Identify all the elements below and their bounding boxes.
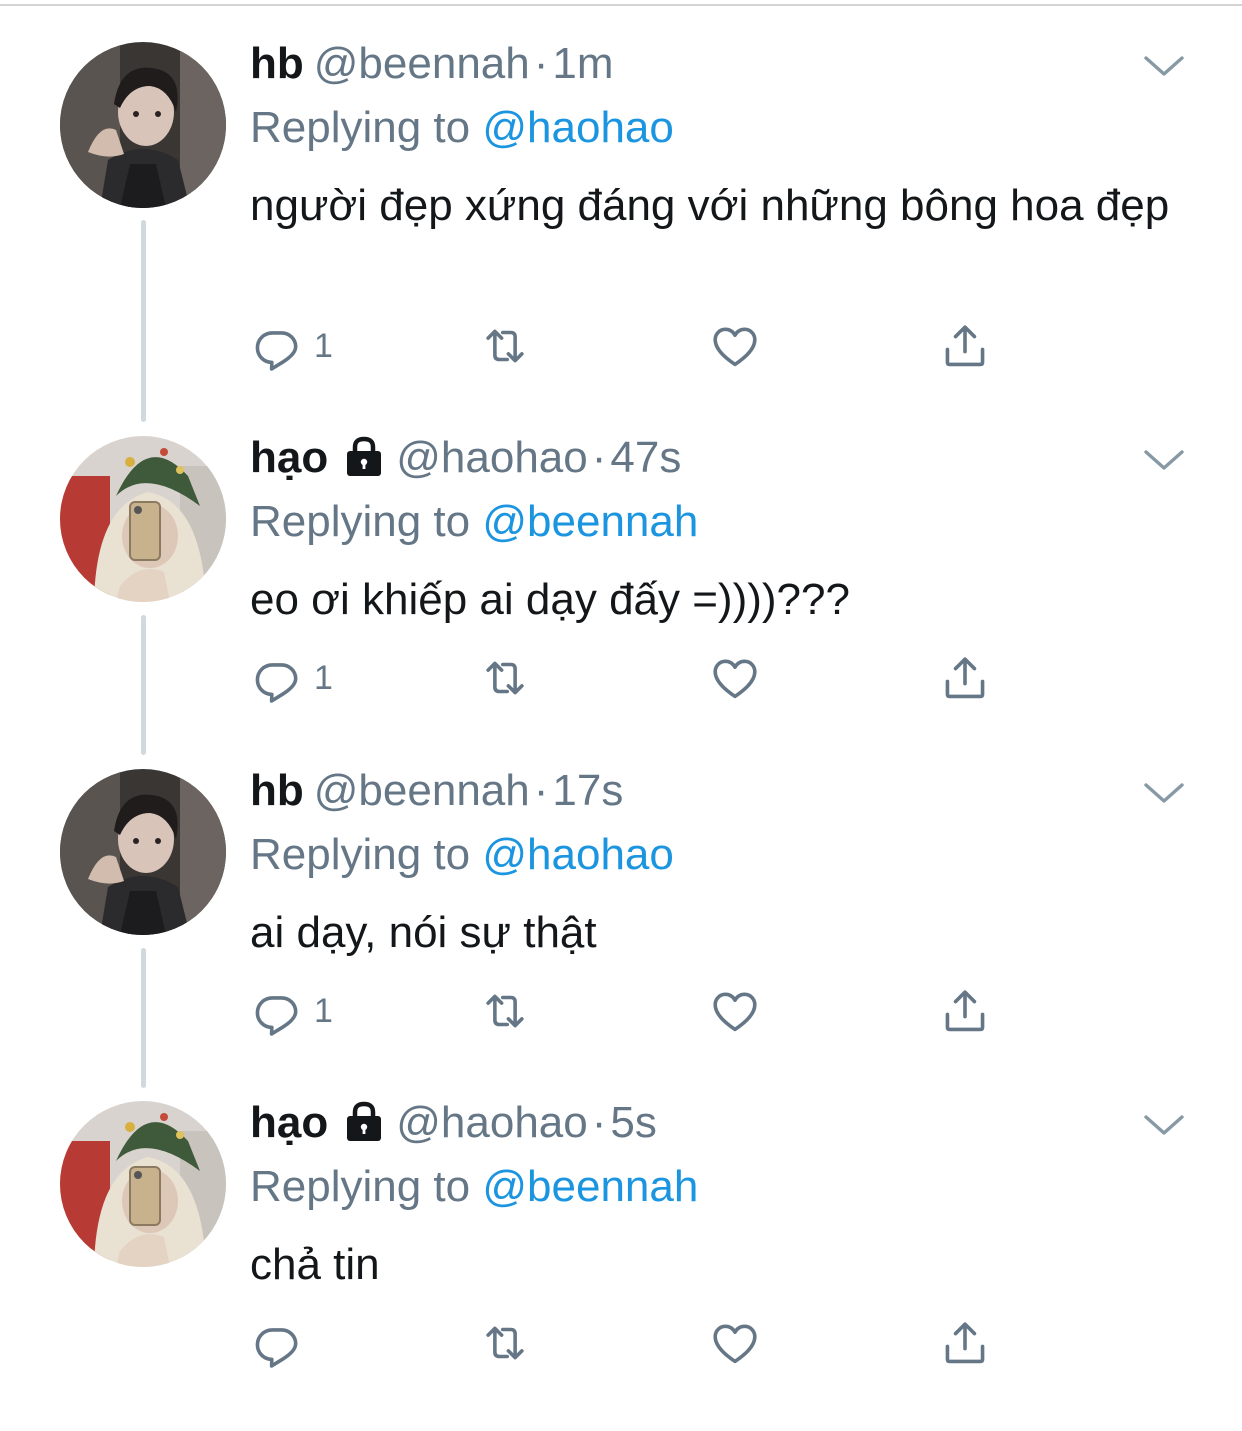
- chevron-down-icon[interactable]: [1143, 1111, 1185, 1139]
- reply-icon: [250, 984, 304, 1038]
- tweet[interactable]: hạo @haohao·5s Replying to @beennah chả t…: [0, 1098, 1242, 1431]
- chevron-down-icon[interactable]: [1143, 446, 1185, 474]
- timestamp[interactable]: 5s: [610, 1098, 656, 1147]
- share-button[interactable]: [938, 1315, 992, 1371]
- reply-count: 1: [314, 659, 333, 697]
- top-divider: [0, 4, 1242, 6]
- user-handle[interactable]: @beennah: [314, 39, 530, 88]
- action-bar: 1: [250, 983, 1010, 1039]
- avatar[interactable]: [60, 436, 226, 602]
- replying-to: Replying to @haohao: [250, 825, 674, 885]
- tweet-text: eo ơi khiếp ai dạy đấy =))))???: [250, 575, 850, 624]
- tweet-text: người đẹp xứng đáng với những bông hoa đ…: [250, 181, 1170, 230]
- avatar[interactable]: [60, 42, 226, 208]
- tweet-text: chả tin: [250, 1240, 380, 1289]
- replying-to-label: Replying to: [250, 497, 483, 546]
- reply-count: 1: [314, 327, 333, 365]
- mention-link[interactable]: @haohao: [482, 103, 674, 152]
- separator-dot: ·: [533, 766, 549, 815]
- user-handle[interactable]: @beennah: [314, 766, 530, 815]
- display-name[interactable]: hạo: [250, 433, 328, 482]
- avatar-image: [60, 1101, 226, 1267]
- lock-icon: [342, 434, 386, 478]
- retweet-icon: [478, 319, 532, 373]
- chevron-down-icon[interactable]: [1143, 52, 1185, 80]
- display-name[interactable]: hb: [250, 39, 304, 88]
- reply-button[interactable]: 1: [250, 650, 333, 706]
- retweet-icon: [478, 651, 532, 705]
- display-name[interactable]: hạo: [250, 1098, 328, 1147]
- lock-icon: [342, 1099, 386, 1143]
- reply-button[interactable]: [250, 1315, 314, 1371]
- replying-to-label: Replying to: [250, 830, 483, 879]
- tweet-header: hạo @haohao·5s: [250, 1093, 657, 1153]
- separator-dot: ·: [533, 39, 549, 88]
- share-button[interactable]: [938, 983, 992, 1039]
- user-handle[interactable]: @haohao: [396, 433, 588, 482]
- avatar-image: [60, 42, 226, 208]
- reply-button[interactable]: 1: [250, 318, 333, 374]
- retweet-icon: [478, 1316, 532, 1370]
- avatar-image: [60, 769, 226, 935]
- replying-to: Replying to @beennah: [250, 492, 698, 552]
- retweet-icon: [478, 984, 532, 1038]
- reply-icon: [250, 1316, 304, 1370]
- retweet-button[interactable]: [478, 650, 532, 706]
- reply-button[interactable]: 1: [250, 983, 333, 1039]
- retweet-button[interactable]: [478, 1315, 532, 1371]
- tweet[interactable]: hb @beennah·17s Replying to @haohao ai dạ…: [0, 766, 1242, 1099]
- tweet[interactable]: hb @beennah·1m Replying to @haohao người …: [0, 39, 1242, 374]
- heart-icon: [708, 984, 762, 1038]
- avatar[interactable]: [60, 769, 226, 935]
- tweet[interactable]: hạo @haohao·47s Replying to @beennah eo ơ…: [0, 433, 1242, 766]
- share-button[interactable]: [938, 650, 992, 706]
- chevron-down-icon[interactable]: [1143, 779, 1185, 807]
- share-button[interactable]: [938, 318, 992, 374]
- replying-to-label: Replying to: [250, 1162, 483, 1211]
- avatar[interactable]: [60, 1101, 226, 1267]
- like-button[interactable]: [708, 1315, 762, 1371]
- share-icon: [938, 651, 992, 705]
- timestamp[interactable]: 47s: [610, 433, 681, 482]
- like-button[interactable]: [708, 650, 762, 706]
- replying-to: Replying to @beennah: [250, 1157, 698, 1217]
- action-bar: 1: [250, 650, 1010, 706]
- action-bar: [250, 1315, 1010, 1371]
- share-icon: [938, 1316, 992, 1370]
- timestamp[interactable]: 1m: [552, 39, 613, 88]
- reply-icon: [250, 319, 304, 373]
- reply-count: 1: [314, 992, 333, 1030]
- separator-dot: ·: [591, 433, 607, 482]
- action-bar: 1: [250, 318, 1010, 374]
- mention-link[interactable]: @beennah: [482, 1162, 698, 1211]
- retweet-button[interactable]: [478, 318, 532, 374]
- tweet-header: hb @beennah·17s: [250, 761, 623, 821]
- replying-to-label: Replying to: [250, 103, 483, 152]
- like-button[interactable]: [708, 983, 762, 1039]
- timestamp[interactable]: 17s: [552, 766, 623, 815]
- separator-dot: ·: [591, 1098, 607, 1147]
- like-button[interactable]: [708, 318, 762, 374]
- display-name[interactable]: hb: [250, 766, 304, 815]
- reply-icon: [250, 651, 304, 705]
- heart-icon: [708, 1316, 762, 1370]
- heart-icon: [708, 319, 762, 373]
- retweet-button[interactable]: [478, 983, 532, 1039]
- tweet-header: hb @beennah·1m: [250, 34, 614, 94]
- replying-to: Replying to @haohao: [250, 98, 674, 158]
- user-handle[interactable]: @haohao: [396, 1098, 588, 1147]
- avatar-image: [60, 436, 226, 602]
- share-icon: [938, 984, 992, 1038]
- tweet-header: hạo @haohao·47s: [250, 428, 681, 488]
- tweet-text: ai dạy, nói sự thật: [250, 908, 597, 957]
- share-icon: [938, 319, 992, 373]
- mention-link[interactable]: @haohao: [482, 830, 674, 879]
- mention-link[interactable]: @beennah: [482, 497, 698, 546]
- heart-icon: [708, 651, 762, 705]
